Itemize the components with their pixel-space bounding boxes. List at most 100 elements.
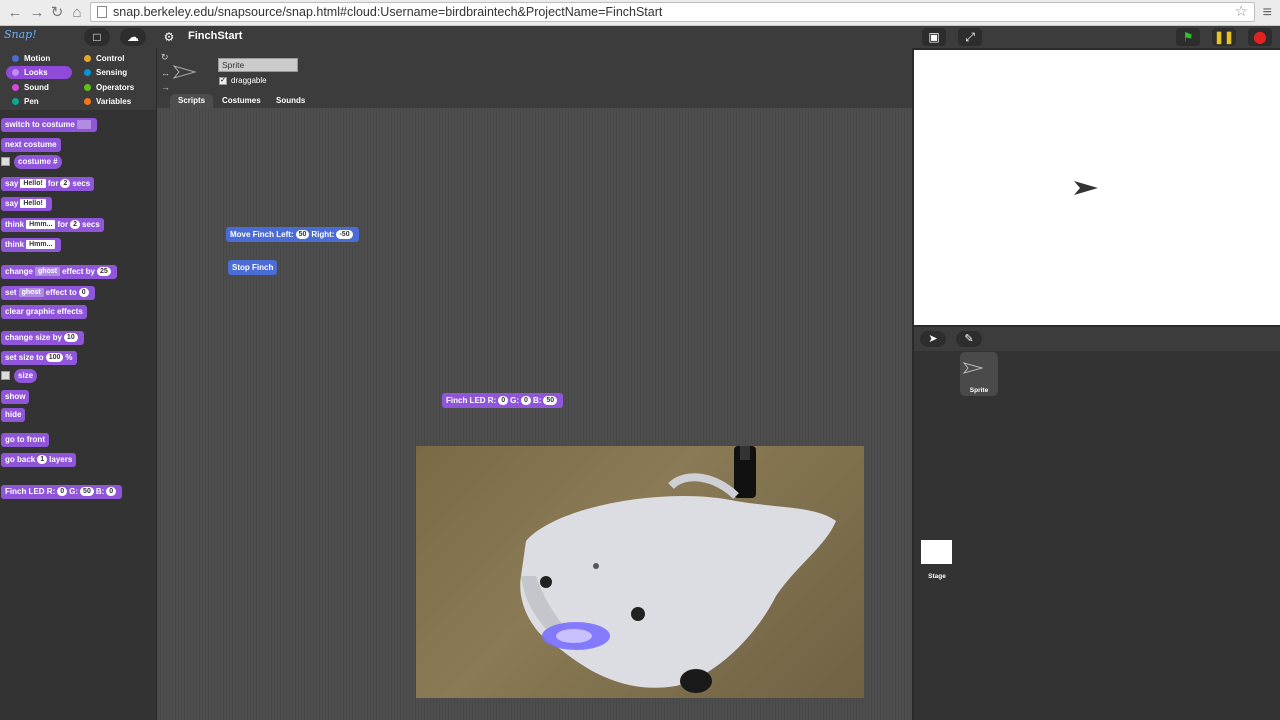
category-sound[interactable]: Sound bbox=[6, 81, 72, 94]
secs-slot[interactable]: 2 bbox=[70, 220, 81, 230]
stop-sign-icon[interactable]: ⬤ bbox=[1248, 28, 1272, 46]
move-finch-block[interactable]: Move Finch Left: 50 Right: -50 bbox=[226, 227, 359, 242]
draggable-label: draggable bbox=[231, 76, 267, 85]
block-label: G: bbox=[510, 396, 520, 405]
green-flag-icon[interactable]: ⚑ bbox=[1176, 28, 1200, 46]
stage-thumbnail[interactable] bbox=[921, 540, 952, 564]
snap-logo[interactable]: Snap! bbox=[4, 28, 38, 46]
category-variables[interactable]: Variables bbox=[78, 95, 144, 108]
flip-icon[interactable]: ↔ bbox=[161, 68, 170, 78]
tab-costumes[interactable]: Costumes bbox=[214, 94, 269, 108]
hide-block[interactable]: hide bbox=[1, 408, 26, 422]
cloud-icon[interactable]: ☁ bbox=[120, 28, 146, 46]
block-label: B: bbox=[532, 396, 542, 405]
sprite-arrow-icon[interactable] bbox=[1073, 180, 1099, 196]
fullscreen-icon[interactable]: ⤢ bbox=[958, 28, 982, 46]
costume-num-checkbox[interactable] bbox=[1, 157, 10, 166]
category-operators[interactable]: Operators bbox=[78, 81, 144, 94]
think-text-slot[interactable]: Hmm... bbox=[26, 240, 56, 250]
category-sensing[interactable]: Sensing bbox=[78, 66, 144, 79]
no-rotate-icon[interactable]: → bbox=[161, 82, 170, 92]
tab-scripts[interactable]: Scripts bbox=[170, 94, 214, 108]
pause-icon[interactable]: ❚❚ bbox=[1212, 28, 1236, 46]
say-text-slot[interactable]: Hello! bbox=[20, 199, 46, 209]
palette-finch-led-block[interactable]: Finch LED R: 0 G: 50 B: 0 bbox=[1, 485, 123, 499]
blue-slot[interactable]: 0 bbox=[106, 487, 117, 497]
forward-icon[interactable]: → bbox=[28, 4, 46, 22]
stage[interactable] bbox=[914, 50, 1280, 325]
next-costume-block[interactable]: next costume bbox=[1, 138, 61, 152]
effect-dropdown[interactable]: ghost bbox=[18, 288, 44, 298]
say-text-slot[interactable]: Hello! bbox=[20, 179, 46, 189]
sprite-name-field[interactable]: Sprite bbox=[218, 58, 298, 72]
category-label: Sensing bbox=[96, 68, 128, 77]
go-to-front-block[interactable]: go to front bbox=[1, 433, 49, 447]
set-effect-block[interactable]: set ghost effect to 0 bbox=[1, 286, 95, 300]
block-label: G: bbox=[69, 487, 79, 496]
category-pen[interactable]: Pen bbox=[6, 95, 72, 108]
variables-dot-icon bbox=[84, 98, 91, 105]
settings-gear-icon[interactable]: ⚙ bbox=[156, 28, 182, 46]
size-amount-slot[interactable]: 10 bbox=[63, 333, 78, 343]
category-control[interactable]: Control bbox=[78, 52, 144, 65]
back-icon[interactable]: ← bbox=[6, 4, 24, 22]
draggable-checkbox[interactable]: ✓ draggable bbox=[219, 76, 267, 85]
effect-amount-slot[interactable]: 25 bbox=[96, 267, 111, 277]
normal-stage-icon[interactable]: ▣ bbox=[922, 28, 946, 46]
costume-number-reporter[interactable]: costume # bbox=[14, 155, 62, 169]
show-block[interactable]: show bbox=[1, 390, 30, 404]
switch-to-costume-block[interactable]: switch to costume bbox=[1, 118, 97, 132]
bookmark-star-icon[interactable]: ☆ bbox=[1235, 3, 1248, 21]
block-label: go back bbox=[5, 455, 36, 464]
block-label: show bbox=[5, 392, 26, 401]
secs-slot[interactable]: 2 bbox=[60, 179, 71, 189]
category-looks[interactable]: Looks bbox=[6, 66, 72, 79]
think-text-slot[interactable]: Hmm... bbox=[26, 220, 56, 230]
left-speed-slot[interactable]: 50 bbox=[295, 230, 310, 240]
finch-led-block[interactable]: Finch LED R: 0 G: 0 B: 50 bbox=[442, 393, 564, 408]
category-selector: Motion Looks Sound Pen Control Sensing O… bbox=[0, 48, 156, 110]
change-effect-block[interactable]: change ghost effect by 25 bbox=[1, 265, 117, 279]
clear-graphic-effects-block[interactable]: clear graphic effects bbox=[1, 305, 87, 319]
costume-dropdown[interactable] bbox=[76, 120, 91, 130]
home-icon[interactable]: ⌂ bbox=[68, 4, 86, 22]
block-label: go to front bbox=[5, 435, 45, 444]
red-slot[interactable]: 0 bbox=[498, 396, 509, 406]
category-motion[interactable]: Motion bbox=[6, 52, 72, 65]
change-size-block[interactable]: change size by 10 bbox=[1, 331, 84, 345]
file-menu-icon[interactable]: □ bbox=[84, 28, 110, 46]
think-block[interactable]: think Hmm... bbox=[1, 238, 62, 252]
green-slot[interactable]: 0 bbox=[521, 396, 531, 406]
checkmark-icon: ✓ bbox=[219, 76, 227, 85]
rotate-icon[interactable]: ↻ bbox=[161, 52, 169, 63]
tab-sounds[interactable]: Sounds bbox=[268, 94, 313, 108]
browser-menu-icon[interactable]: ≡ bbox=[1263, 4, 1272, 22]
address-bar[interactable]: snap.berkeley.edu/snapsource/snap.html#c… bbox=[90, 2, 1255, 22]
block-label: switch to costume bbox=[5, 120, 75, 129]
right-speed-slot[interactable]: -50 bbox=[336, 230, 353, 240]
effect-dropdown[interactable]: ghost bbox=[35, 267, 61, 277]
stop-finch-block[interactable]: Stop Finch bbox=[228, 260, 278, 275]
green-slot[interactable]: 50 bbox=[80, 487, 94, 497]
layers-slot[interactable]: 1 bbox=[37, 455, 48, 465]
set-size-block[interactable]: set size to 100% bbox=[1, 351, 77, 365]
block-label: say bbox=[5, 179, 19, 188]
go-back-layers-block[interactable]: go back 1 layers bbox=[1, 453, 77, 467]
blue-slot[interactable]: 50 bbox=[543, 396, 558, 406]
category-label: Operators bbox=[96, 83, 135, 92]
block-label: think bbox=[5, 240, 25, 249]
effect-value-slot[interactable]: 0 bbox=[78, 288, 89, 298]
block-label: % bbox=[65, 353, 73, 362]
paint-brush-icon[interactable]: ✎ bbox=[956, 331, 982, 347]
block-label: size bbox=[18, 371, 34, 380]
block-label: Move Finch Left: bbox=[230, 230, 294, 239]
say-for-secs-block[interactable]: say Hello! for 2 secs bbox=[1, 177, 95, 191]
size-reporter[interactable]: size bbox=[14, 369, 38, 383]
reload-icon[interactable]: ↻ bbox=[48, 4, 66, 22]
add-turtle-sprite-icon[interactable]: ➤ bbox=[920, 331, 946, 347]
say-block[interactable]: say Hello! bbox=[1, 197, 52, 211]
size-value-slot[interactable]: 100 bbox=[45, 353, 64, 363]
think-for-secs-block[interactable]: think Hmm... for 2 secs bbox=[1, 218, 104, 232]
red-slot[interactable]: 0 bbox=[57, 487, 68, 497]
size-checkbox[interactable] bbox=[1, 371, 10, 380]
